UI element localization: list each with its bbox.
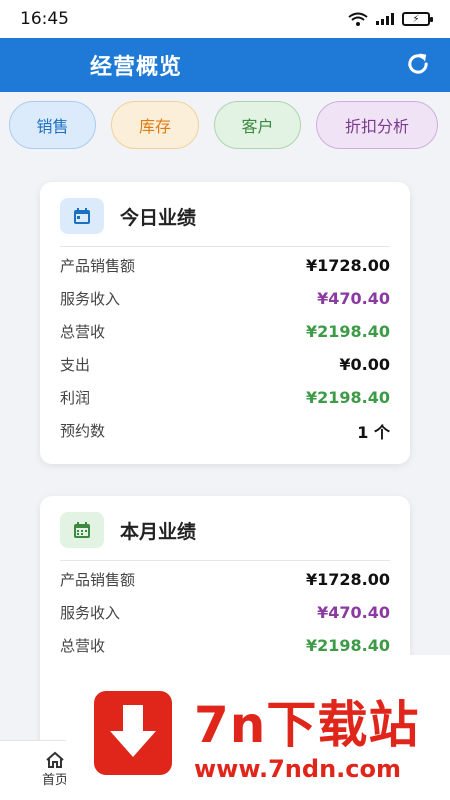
- nav-home-label: 首页: [41, 773, 68, 788]
- battery-icon: ⚡: [402, 12, 433, 26]
- row-label: 产品销售额: [60, 571, 136, 589]
- row-service-income: 服务收入 ¥470.40: [60, 282, 390, 315]
- row-label: 服务收入: [60, 604, 121, 622]
- refresh-icon[interactable]: [404, 50, 432, 78]
- row-value: ¥470.40: [317, 289, 390, 308]
- row-value: ¥2198.40: [305, 636, 390, 655]
- calendar-icon: [60, 198, 104, 234]
- chip-stock[interactable]: 库存: [111, 101, 199, 149]
- status-bar: 16:45 ⚡: [0, 0, 450, 38]
- row-label: 预约数: [60, 422, 106, 440]
- card-title: 今日业绩: [120, 206, 197, 229]
- row-value: ¥2198.40: [305, 388, 390, 407]
- row-value: ¥2198.40: [305, 322, 390, 341]
- chip-sales[interactable]: 销售: [9, 101, 96, 149]
- row-value: ¥0.00: [339, 355, 390, 374]
- row-total-revenue: 总营收 ¥2198.40: [60, 315, 390, 348]
- card-header: 本月业绩: [60, 512, 196, 548]
- row-label: 总营收: [60, 637, 106, 655]
- chip-discount-analysis[interactable]: 折扣分析: [316, 101, 438, 149]
- signal-icon: [376, 13, 394, 25]
- row-product-sales: 产品销售额 ¥1728.00: [60, 563, 390, 596]
- row-value: ¥1728.00: [305, 256, 390, 275]
- divider: [60, 560, 390, 561]
- row-product-sales: 产品销售额 ¥1728.00: [60, 249, 390, 282]
- today-performance-card: 今日业绩 产品销售额 ¥1728.00 服务收入 ¥470.40 总营收 ¥21…: [40, 182, 410, 464]
- wifi-icon: [348, 12, 368, 26]
- row-value: ¥1728.00: [305, 570, 390, 589]
- category-chips: 销售 库存 客户 折扣分析: [0, 101, 450, 151]
- row-service-income: 服务收入 ¥470.40: [60, 596, 390, 629]
- row-label: 总营收: [60, 323, 106, 341]
- status-time: 16:45: [20, 9, 69, 29]
- row-appointments: 预约数 1 个: [60, 414, 390, 447]
- row-label: 支出: [60, 356, 91, 374]
- row-label: 服务收入: [60, 290, 121, 308]
- status-icons: ⚡: [348, 12, 433, 26]
- calendar-month-icon: [60, 512, 104, 548]
- row-label: 利润: [60, 389, 91, 407]
- download-logo-icon: [94, 691, 172, 775]
- chip-customer[interactable]: 客户: [214, 101, 301, 149]
- row-expense: 支出 ¥0.00: [60, 348, 390, 381]
- card-header: 今日业绩: [60, 198, 196, 234]
- app-bar: 经营概览: [0, 38, 450, 92]
- home-icon: [46, 751, 64, 768]
- watermark-name: 7n下载站: [194, 696, 420, 754]
- row-profit: 利润 ¥2198.40: [60, 381, 390, 414]
- card-title: 本月业绩: [120, 520, 197, 543]
- divider: [60, 246, 390, 247]
- watermark-url: www.7ndn.com: [194, 755, 401, 783]
- row-value: ¥470.40: [317, 603, 390, 622]
- row-label: 产品销售额: [60, 257, 136, 275]
- row-value: 1 个: [357, 422, 390, 442]
- page-title: 经营概览: [90, 55, 183, 80]
- watermark-banner: 7n下载站 www.7ndn.com: [66, 655, 450, 800]
